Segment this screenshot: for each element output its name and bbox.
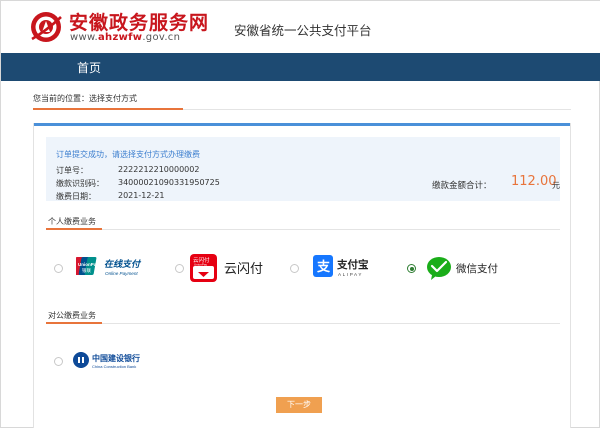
cloudpay-radio[interactable] <box>175 264 184 273</box>
amount-value: 112.00 <box>511 174 557 189</box>
svg-text:在线支付: 在线支付 <box>104 259 142 270</box>
payment-code-label: 缴款识别码： <box>56 179 104 188</box>
personal-section-underline <box>46 228 102 230</box>
platform-title: 安徽省统一公共支付平台 <box>234 23 372 38</box>
site-header: 安徽政务服务网 www.ahzwfw.gov.cn 安徽省统一公共支付平台 <box>1 1 600 53</box>
wechat-pay-logo[interactable]: 微信支付 <box>426 256 516 280</box>
main-nav: 首页 <box>1 53 600 81</box>
order-number-label: 订单号： <box>56 166 88 175</box>
svg-text:ALIPAY: ALIPAY <box>338 272 363 277</box>
breadcrumb: 您当前的位置：选择支付方式 <box>33 94 137 103</box>
payment-date-row: 缴费日期： 2021-12-21 <box>56 191 165 202</box>
ccb-radio[interactable] <box>54 357 63 366</box>
personal-section-divider <box>46 229 560 230</box>
svg-text:支: 支 <box>316 259 331 275</box>
nav-home-link[interactable]: 首页 <box>77 59 101 76</box>
svg-text:支付宝: 支付宝 <box>336 258 369 271</box>
amount-unit: 元 <box>552 181 560 190</box>
svg-text:微信支付: 微信支付 <box>456 262 498 275</box>
svg-text:云闪付: 云闪付 <box>224 262 263 277</box>
panel-top-border <box>34 123 570 126</box>
payment-code-row: 缴款识别码： 340000210903319507​25 <box>56 178 220 189</box>
alipay-radio[interactable] <box>290 264 299 273</box>
alipay-logo[interactable]: 支 支付宝 ALIPAY <box>313 253 383 281</box>
breadcrumb-underline <box>33 108 183 110</box>
svg-text:UnionPay: UnionPay <box>78 262 99 267</box>
cloudpay-logo[interactable]: 云闪付 UnionPay 云闪付 <box>190 253 274 283</box>
svg-text:UnionPay: UnionPay <box>194 263 208 267</box>
payment-date-label: 缴费日期： <box>56 192 96 201</box>
site-logo-icon[interactable] <box>28 9 64 45</box>
corporate-section-divider <box>46 323 560 324</box>
site-domain: www.ahzwfw.gov.cn <box>70 32 181 43</box>
unionpay-online-logo[interactable]: UnionPay 银联 在线支付 Online Payment <box>76 255 154 279</box>
site-title[interactable]: 安徽政务服务网 <box>69 8 209 35</box>
payment-date-value: 2021-12-21 <box>118 191 165 200</box>
amount-label: 缴款金额合计： <box>432 181 492 191</box>
corporate-section-label: 对公缴费业务 <box>48 311 96 320</box>
svg-text:Online Payment: Online Payment <box>105 271 138 276</box>
next-step-button[interactable]: 下一步 <box>276 397 322 413</box>
payment-code-value: 340000210903319507​25 <box>118 178 220 187</box>
svg-text:中国建设银行: 中国建设银行 <box>92 353 140 363</box>
ccb-logo[interactable]: 中国建设银行 China Construction Bank <box>72 350 156 372</box>
order-summary: 订单提交成功，请选择支付方式办理缴费 订单号： 2222212210000002… <box>46 137 560 201</box>
personal-section-label: 个人缴费业务 <box>48 217 96 226</box>
svg-text:China Construction Bank: China Construction Bank <box>92 364 136 369</box>
svg-text:银联: 银联 <box>82 267 91 274</box>
unionpay-radio[interactable] <box>54 264 63 273</box>
payment-panel: 订单提交成功，请选择支付方式办理缴费 订单号： 2222212210000002… <box>33 123 571 428</box>
order-success-message: 订单提交成功，请选择支付方式办理缴费 <box>56 150 200 159</box>
order-number-value: 2222212210000002 <box>118 165 200 174</box>
order-number-row: 订单号： 2222212210000002 <box>56 165 199 176</box>
corporate-section-underline <box>46 322 102 324</box>
wechat-radio[interactable] <box>407 264 416 273</box>
